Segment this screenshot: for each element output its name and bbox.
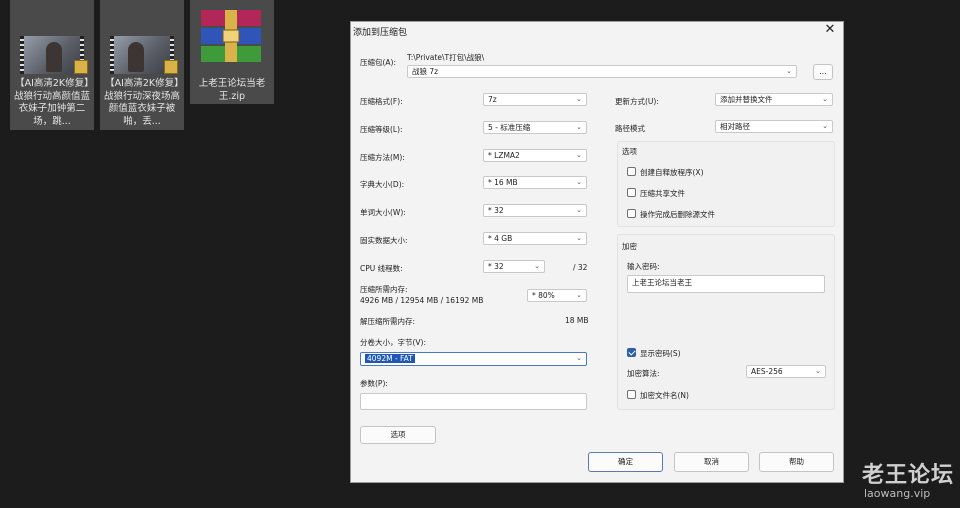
word-select[interactable]: * 32 ⌄ xyxy=(483,204,587,217)
winrar-archive-icon xyxy=(201,10,261,62)
update-label: 更新方式(U): xyxy=(615,97,659,106)
cpu-max: / 32 xyxy=(573,263,588,272)
watermark-logo-text: 老王论坛 xyxy=(862,463,955,488)
desktop-file-zip[interactable]: 上老王论坛当老王.zip xyxy=(190,0,274,104)
method-label: 压缩方法(M): xyxy=(360,153,405,162)
chevron-down-icon: ⌄ xyxy=(576,206,582,214)
show-password-checkbox[interactable] xyxy=(627,348,636,357)
params-input[interactable] xyxy=(360,393,587,410)
browse-button[interactable]: ... xyxy=(813,64,833,80)
media-badge-icon xyxy=(74,60,88,74)
mem-compress-label: 压缩所需内存: xyxy=(360,285,408,294)
delete-after-label: 操作完成后删除源文件 xyxy=(640,210,715,219)
mem-decompress-label: 解压缩所需内存: xyxy=(360,317,416,326)
options-group-title: 选项 xyxy=(622,147,637,156)
close-icon[interactable]: ✕ xyxy=(823,23,837,37)
chevron-down-icon: ⌄ xyxy=(576,291,582,299)
chevron-down-icon: ⌄ xyxy=(576,178,582,186)
solid-label: 固实数据大小: xyxy=(360,236,408,245)
desktop-file-video-2[interactable]: 【AI高清2K修复】战狼行动深夜场高颜值蓝衣妹子被啪，丢... xyxy=(100,0,184,130)
chevron-down-icon: ⌄ xyxy=(576,95,582,103)
chevron-down-icon: ⌄ xyxy=(576,123,582,131)
update-select[interactable]: 添加并替换文件 ⌄ xyxy=(715,93,833,106)
password-label: 输入密码: xyxy=(627,262,660,271)
word-label: 单词大小(W): xyxy=(360,208,406,217)
dialog-title: 添加到压缩包 xyxy=(353,28,408,38)
chevron-down-icon: ⌄ xyxy=(822,122,828,130)
file-name: 上老王论坛当老王.zip xyxy=(198,78,266,102)
cpu-label: CPU 线程数: xyxy=(360,264,403,273)
mem-decompress-value: 18 MB xyxy=(565,316,589,325)
media-badge-icon xyxy=(164,60,178,74)
level-label: 压缩等级(L): xyxy=(360,125,403,134)
volume-label: 分卷大小，字节(V): xyxy=(360,338,427,347)
password-input[interactable]: 上老王论坛当老王 xyxy=(627,275,825,293)
method-select[interactable]: * LZMA2 ⌄ xyxy=(483,149,587,162)
solid-select[interactable]: * 4 GB ⌄ xyxy=(483,232,587,245)
params-label: 参数(P): xyxy=(360,379,388,388)
show-password-label: 显示密码(S) xyxy=(640,349,681,358)
help-button[interactable]: 帮助 xyxy=(759,452,834,472)
encrypt-names-label: 加密文件名(N) xyxy=(640,391,689,400)
mem-compress-detail: 4926 MB / 12954 MB / 16192 MB xyxy=(360,296,484,305)
archive-path: T:\Private\T打包\战狼\ xyxy=(407,53,485,62)
chevron-down-icon: ⌄ xyxy=(576,234,582,242)
delete-after-checkbox[interactable] xyxy=(627,209,636,218)
dict-label: 字典大小(D): xyxy=(360,180,405,189)
chevron-down-icon: ⌄ xyxy=(534,262,540,270)
shared-files-checkbox[interactable] xyxy=(627,188,636,197)
archive-label: 压缩包(A): xyxy=(360,58,397,67)
desktop-file-video-1[interactable]: 【AI高清2K修复】战狼行动高颜值蓝衣妹子加钟第二场，跳... xyxy=(10,0,94,130)
volume-size-combo[interactable]: 4092M - FAT ⌄ xyxy=(360,352,587,366)
encryption-group-title: 加密 xyxy=(622,242,637,251)
chevron-down-icon: ⌄ xyxy=(576,354,582,362)
chevron-down-icon: ⌄ xyxy=(822,95,828,103)
ok-button[interactable]: 确定 xyxy=(588,452,663,472)
shared-files-label: 压缩共享文件 xyxy=(640,189,685,198)
path-mode-label: 路径模式 xyxy=(615,124,645,133)
archive-name-combo[interactable]: 战狼 7z ⌄ xyxy=(407,65,797,78)
dict-select[interactable]: * 16 MB ⌄ xyxy=(483,176,587,189)
options-button[interactable]: 选项 xyxy=(360,426,436,444)
level-select[interactable]: 5 - 标准压缩 ⌄ xyxy=(483,121,587,134)
file-name: 【AI高清2K修复】战狼行动高颜值蓝衣妹子加钟第二场，跳... xyxy=(14,78,91,127)
sfx-checkbox[interactable] xyxy=(627,167,636,176)
encryption-method-select[interactable]: AES-256 ⌄ xyxy=(746,365,826,378)
sfx-label: 创建自释放程序(X) xyxy=(640,168,704,177)
encryption-method-label: 加密算法: xyxy=(627,369,660,378)
path-mode-select[interactable]: 相对路径 ⌄ xyxy=(715,120,833,133)
mem-percent-select[interactable]: * 80% ⌄ xyxy=(527,289,587,302)
chevron-down-icon: ⌄ xyxy=(786,67,792,75)
file-name: 【AI高清2K修复】战狼行动深夜场高颜值蓝衣妹子被啪，丢... xyxy=(104,78,181,127)
chevron-down-icon: ⌄ xyxy=(815,367,821,375)
cpu-select[interactable]: * 32 ⌄ xyxy=(483,260,545,273)
watermark-url: laowang.vip xyxy=(864,487,931,500)
encryption-group: 加密 输入密码: 上老王论坛当老王 显示密码(S) 加密算法: AES-256 ⌄… xyxy=(617,234,835,410)
format-select[interactable]: 7z ⌄ xyxy=(483,93,587,106)
cancel-button[interactable]: 取消 xyxy=(674,452,749,472)
encrypt-names-checkbox[interactable] xyxy=(627,390,636,399)
format-label: 压缩格式(F): xyxy=(360,97,403,106)
options-group: 选项 创建自释放程序(X) 压缩共享文件 操作完成后删除源文件 xyxy=(617,141,835,227)
add-to-archive-dialog: 添加到压缩包 ✕ 压缩包(A): T:\Private\T打包\战狼\ 战狼 7… xyxy=(350,21,844,483)
chevron-down-icon: ⌄ xyxy=(576,151,582,159)
